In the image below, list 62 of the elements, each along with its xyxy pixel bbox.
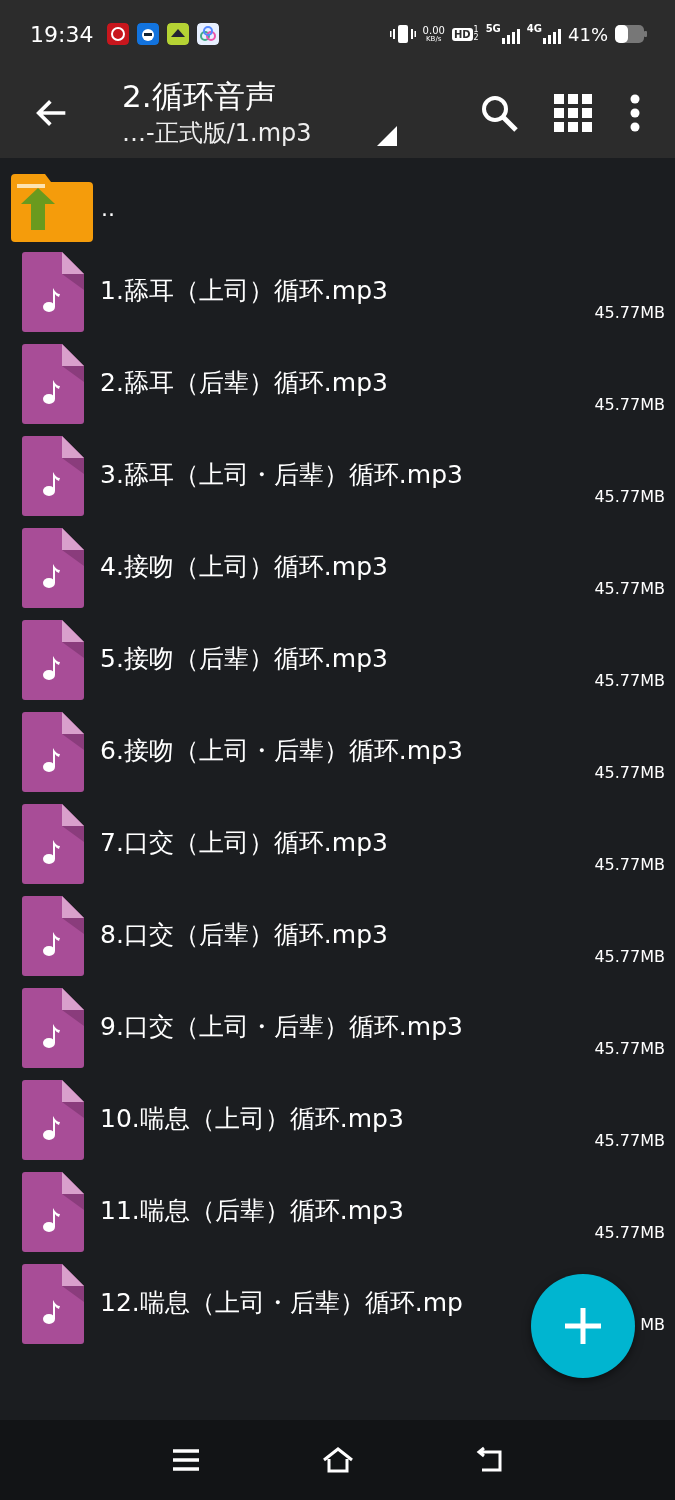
path-subtitle[interactable]: …-正式版/1.mp3 — [122, 116, 477, 150]
net-speed: 0.00 — [422, 25, 445, 36]
file-size: 45.77MB — [594, 487, 665, 506]
file-name: 9.口交（上司・后辈）循环.mp3 — [100, 1011, 463, 1043]
file-name: 5.接吻（后辈）循环.mp3 — [100, 643, 388, 675]
audio-file-icon[interactable] — [22, 1080, 84, 1160]
file-name: 1.舔耳（上司）循环.mp3 — [100, 275, 388, 307]
status-time: 19:34 — [30, 21, 94, 47]
file-name: 8.口交（后辈）循环.mp3 — [100, 919, 388, 951]
file-name: 10.喘息（上司）循环.mp3 — [100, 1103, 404, 1135]
file-name: 11.喘息（后辈）循环.mp3 — [100, 1195, 404, 1227]
file-size: 45.77MB — [594, 579, 665, 598]
file-size: 45.77MB — [594, 947, 665, 966]
more-menu-icon[interactable] — [630, 94, 640, 132]
app-notification-icon — [197, 23, 220, 45]
file-size: 45.77MB — [594, 1131, 665, 1150]
audio-file-icon[interactable] — [22, 1172, 84, 1252]
file-size: 45.77MB — [594, 1223, 665, 1242]
battery-icon — [615, 25, 647, 43]
audio-file-icon[interactable] — [22, 1264, 84, 1344]
file-size: 45.77MB — [594, 1039, 665, 1058]
signal-icon — [543, 28, 561, 44]
file-size: MB — [640, 1315, 665, 1334]
grid-view-icon[interactable] — [554, 94, 592, 132]
file-name: 7.口交（上司）循环.mp3 — [100, 827, 388, 859]
file-size: 45.77MB — [594, 671, 665, 690]
folder-up-icon[interactable] — [11, 174, 93, 242]
file-name: 3.舔耳（上司・后辈）循环.mp3 — [100, 459, 463, 491]
audio-file-icon[interactable] — [22, 896, 84, 976]
sim-slot-number: 1 — [473, 26, 479, 34]
audio-file-icon[interactable] — [22, 988, 84, 1068]
audio-file-icon[interactable] — [22, 344, 84, 424]
audio-file-icon[interactable] — [22, 804, 84, 884]
file-size: 45.77MB — [594, 395, 665, 414]
audio-file-icon[interactable] — [22, 528, 84, 608]
audio-file-icon[interactable] — [22, 620, 84, 700]
file-name: 6.接吻（上司・后辈）循环.mp3 — [100, 735, 463, 767]
network-type: 5G — [485, 24, 501, 34]
app-notification-icon — [137, 23, 160, 45]
search-icon[interactable] — [479, 93, 519, 133]
parent-folder-name[interactable]: .. — [101, 195, 115, 221]
audio-file-icon[interactable] — [22, 712, 84, 792]
app-notification-icon — [107, 23, 130, 45]
file-size: 45.77MB — [594, 763, 665, 782]
folder-title: 2.循环音声 — [122, 77, 277, 116]
hd-badge: HD — [451, 27, 473, 41]
battery-percent: 41% — [568, 23, 608, 45]
plus-icon — [563, 1306, 603, 1346]
home-icon[interactable] — [321, 1446, 354, 1474]
vibrate-icon — [389, 24, 416, 44]
audio-file-icon[interactable] — [22, 252, 84, 332]
file-size: 45.77MB — [594, 855, 665, 874]
file-name: 12.喘息（上司・后辈）循环.mp — [100, 1287, 463, 1319]
file-name: 2.舔耳（后辈）循环.mp3 — [100, 367, 388, 399]
app-notification-icon — [167, 23, 190, 45]
file-name: 4.接吻（上司）循环.mp3 — [100, 551, 388, 583]
signal-icon — [501, 28, 520, 44]
network-type: 4G — [526, 24, 542, 34]
sim-slot-number: 2 — [473, 34, 479, 42]
dropdown-corner-icon[interactable] — [377, 126, 397, 146]
file-size: 45.77MB — [594, 303, 665, 322]
audio-file-icon[interactable] — [22, 436, 84, 516]
